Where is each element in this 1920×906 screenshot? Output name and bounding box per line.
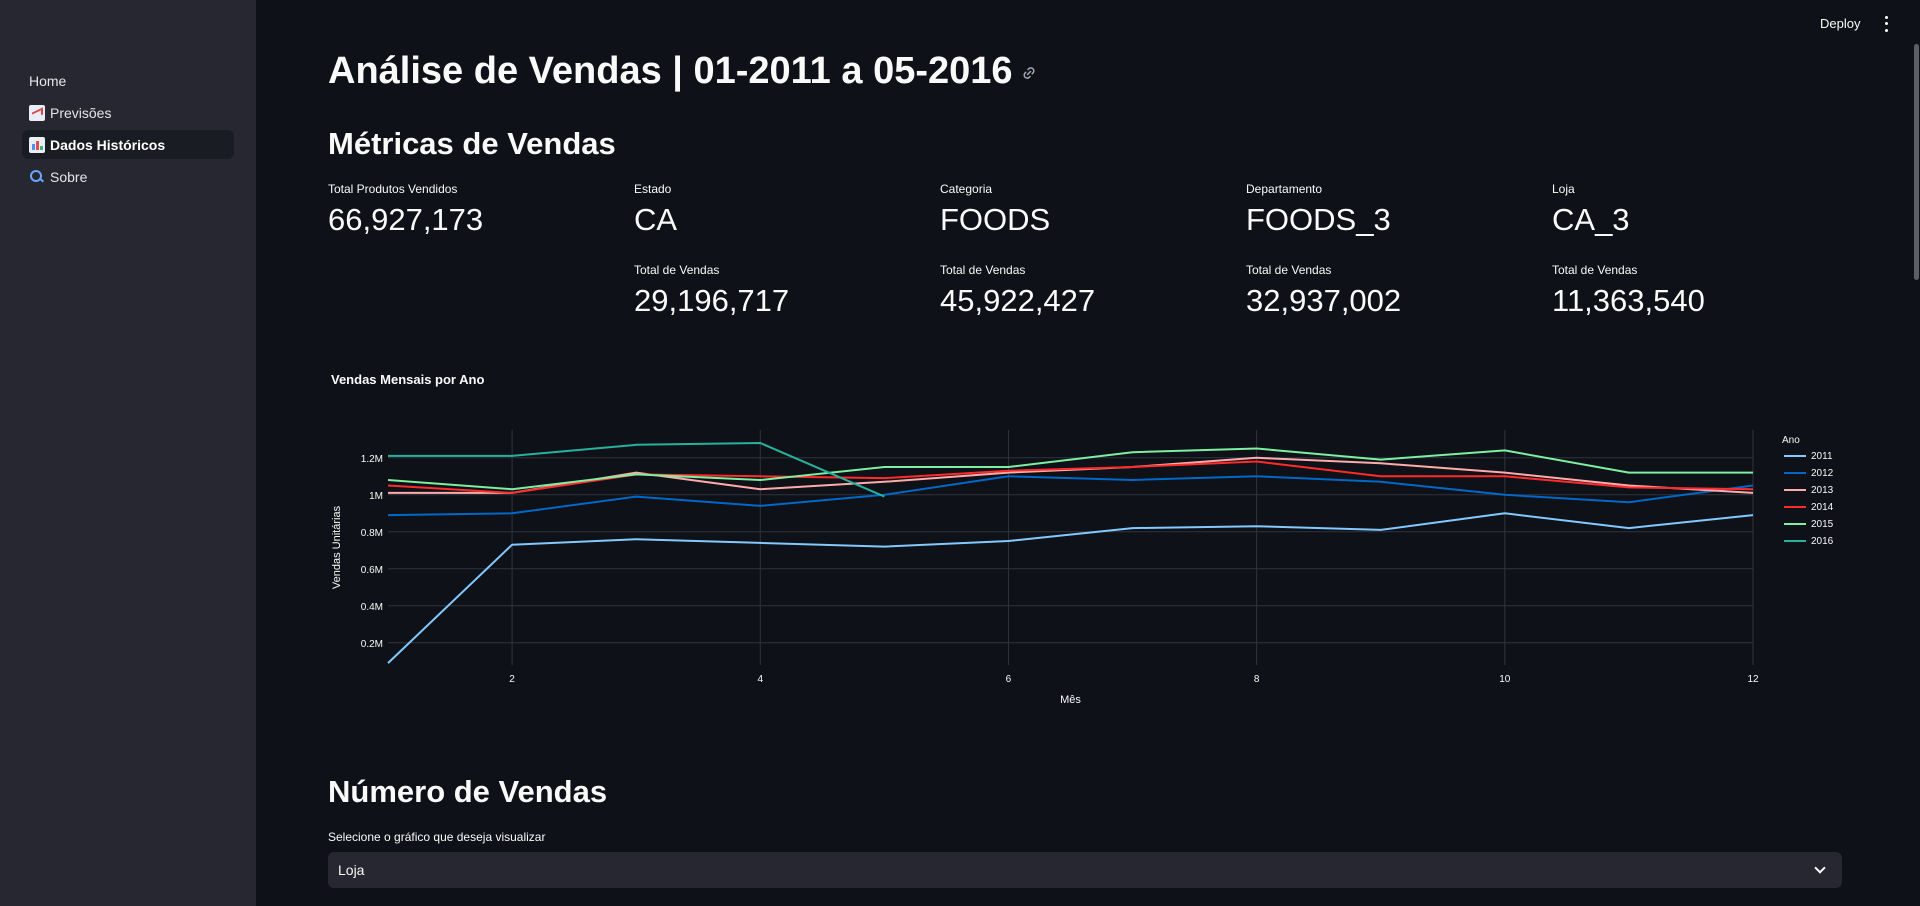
metric-departamento: Departamento FOODS_3 xyxy=(1246,182,1546,238)
x-tick-label: 10 xyxy=(1499,674,1511,685)
legend-entry-2016: 2016 xyxy=(1811,536,1834,547)
metric-loja: Loja CA_3 xyxy=(1552,182,1852,238)
metric-label: Total de Vendas xyxy=(940,263,1026,277)
legend-entry-2013: 2013 xyxy=(1811,485,1834,496)
sidebar-item-label: Sobre xyxy=(50,168,88,185)
x-tick-label: 6 xyxy=(1006,674,1012,685)
metric-total-vendas-departamento: Total de Vendas 32,937,002 xyxy=(1246,263,1546,319)
metric-label: Estado xyxy=(634,182,672,196)
metric-total-vendas-categoria: Total de Vendas 45,922,427 xyxy=(940,263,1240,319)
y-tick-label: 1.2M xyxy=(361,454,383,465)
metric-value: FOODS_3 xyxy=(1246,202,1391,237)
metric-value: FOODS xyxy=(940,202,1051,237)
metric-value: 32,937,002 xyxy=(1246,283,1402,318)
sidebar-item-home[interactable]: Home xyxy=(22,66,234,95)
x-tick-label: 8 xyxy=(1254,674,1260,685)
metric-value: CA xyxy=(634,202,678,237)
chart-select[interactable]: Loja xyxy=(328,852,1842,888)
sidebar-item-label: Home xyxy=(29,72,67,89)
metrics-section-title: Métricas de Vendas xyxy=(328,126,616,161)
sidebar-item-dados-historicos[interactable]: Dados Históricos xyxy=(22,130,234,159)
metric-label: Total de Vendas xyxy=(1552,263,1638,277)
chart-select-value: Loja xyxy=(338,862,365,878)
series-line-2012 xyxy=(387,475,1754,517)
y-tick-label: 0.6M xyxy=(361,565,383,576)
chart-canvas[interactable]: Vendas Mensais por Ano 2 4 6 8 10 12 0.2M 0.4M 0.… xyxy=(328,368,1842,728)
sales-section-title: Número de Vendas xyxy=(328,774,608,809)
metric-value: 66,927,173 xyxy=(328,202,484,237)
legend-entry-2015: 2015 xyxy=(1811,519,1834,530)
metric-label: Loja xyxy=(1552,182,1575,196)
y-tick-label: 1M xyxy=(369,491,383,502)
legend-title: Ano xyxy=(1782,435,1800,446)
sidebar-nav: Home Previsões Dados Históricos Sobre xyxy=(22,66,234,194)
series-line-2016 xyxy=(388,442,885,498)
legend-entry-2014: 2014 xyxy=(1811,502,1834,513)
metric-label: Categoria xyxy=(940,182,993,196)
magnifier-icon xyxy=(29,169,45,185)
sidebar-item-label: Dados Históricos xyxy=(50,136,166,153)
sidebar-item-previsoes[interactable]: Previsões xyxy=(22,98,234,127)
y-tick-label: 0.8M xyxy=(361,528,383,539)
legend-entry-2011: 2011 xyxy=(1811,451,1833,462)
series-line-2013 xyxy=(388,456,1754,494)
metric-total-vendas-estado: Total de Vendas 29,196,717 xyxy=(634,263,934,319)
x-axis-label: Mês xyxy=(1060,694,1081,706)
metric-categoria: Categoria FOODS xyxy=(940,182,1240,238)
y-axis-label: Vendas Unitárias xyxy=(331,505,343,589)
deploy-button[interactable]: Deploy xyxy=(1820,16,1860,31)
metric-label: Total de Vendas xyxy=(634,263,720,277)
chart-increasing-icon xyxy=(29,104,45,121)
chart-select-label: Selecione o gráfico que deseja visualiza… xyxy=(328,830,546,844)
metric-value: 11,363,540 xyxy=(1552,283,1705,318)
metric-value: 45,922,427 xyxy=(940,283,1096,318)
x-tick-label: 12 xyxy=(1747,674,1759,685)
main-menu-icon[interactable] xyxy=(1880,14,1892,34)
chevron-down-icon xyxy=(1814,862,1826,874)
metric-value: CA_3 xyxy=(1552,202,1630,237)
monthly-sales-chart[interactable]: Vendas Mensais por Ano 2 4 6 8 10 12 0.2M 0.4M 0.… xyxy=(328,368,1842,728)
x-tick-label: 2 xyxy=(509,674,515,685)
page-title: Análise de Vendas | 01-2011 a 05-2016 xyxy=(328,50,1037,93)
metric-label: Total de Vendas xyxy=(1246,263,1332,277)
x-tick-label: 4 xyxy=(757,674,763,685)
page-title-text: Análise de Vendas | 01-2011 a 05-2016 xyxy=(328,50,1013,92)
sidebar-item-label: Previsões xyxy=(50,104,112,121)
sidebar-item-sobre[interactable]: Sobre xyxy=(22,162,234,191)
legend-entry-2012: 2012 xyxy=(1811,468,1834,479)
bar-chart-icon xyxy=(29,136,45,153)
metric-label: Total Produtos Vendidos xyxy=(328,182,458,196)
metric-total-produtos: Total Produtos Vendidos 66,927,173 xyxy=(328,182,628,238)
series-line-2011 xyxy=(387,512,1754,664)
metric-label: Departamento xyxy=(1246,182,1323,196)
y-tick-label: 0.4M xyxy=(361,602,383,613)
sidebar: Home Previsões Dados Históricos Sobre xyxy=(0,0,256,906)
link-icon[interactable] xyxy=(1021,65,1037,81)
scrollbar[interactable] xyxy=(1914,44,1919,280)
metric-estado: Estado CA xyxy=(634,182,934,238)
y-tick-label: 0.2M xyxy=(361,639,383,650)
chart-title: Vendas Mensais por Ano xyxy=(331,372,484,387)
metric-total-vendas-loja: Total de Vendas 11,363,540 xyxy=(1552,263,1852,319)
metric-value: 29,196,717 xyxy=(634,283,790,318)
